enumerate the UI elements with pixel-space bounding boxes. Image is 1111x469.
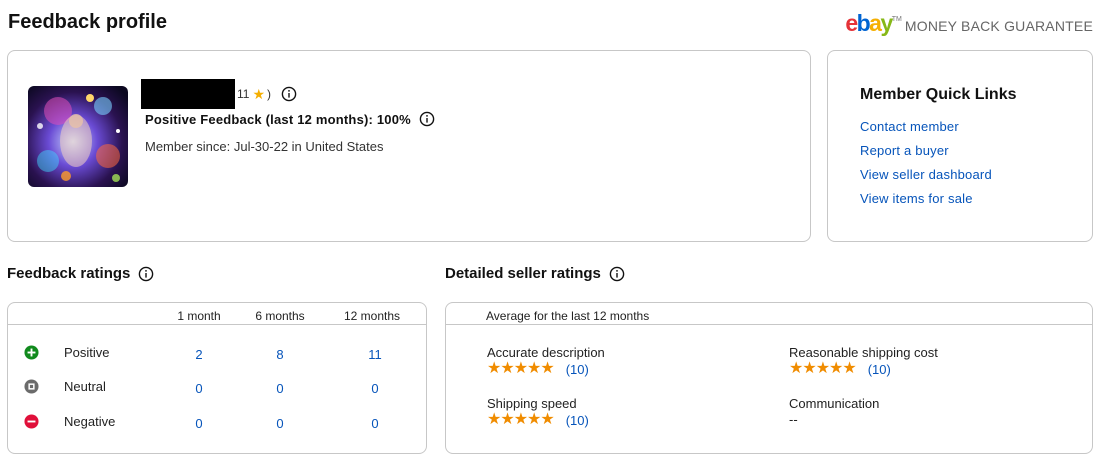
star-icon: ★ xyxy=(802,360,816,377)
score-close-paren: ) xyxy=(267,87,272,101)
neutral-6-months[interactable]: 0 xyxy=(240,381,320,396)
star-icon: ★ xyxy=(829,360,843,377)
neutral-square-icon xyxy=(24,379,39,394)
seller-ratings-title: Detailed seller ratings xyxy=(445,265,625,282)
seller-ratings-table: Average for the last 12 months Accurate … xyxy=(445,302,1093,454)
row-label-positive: Positive xyxy=(64,345,110,360)
star-rating: ★ ★ ★ ★ ★ xyxy=(487,360,555,377)
column-header-6-months: 6 months xyxy=(255,309,305,323)
feedback-score[interactable]: 11 xyxy=(237,87,249,101)
rating-shipping-speed: Shipping speed ★ ★ ★ ★ ★ (10) xyxy=(487,396,589,428)
row-label-neutral: Neutral xyxy=(64,379,106,394)
avatar xyxy=(28,86,128,187)
negative-1-month[interactable]: 0 xyxy=(159,416,239,431)
positive-1-month[interactable]: 2 xyxy=(159,347,239,362)
star-icon: ★ xyxy=(540,411,554,428)
rating-empty-value: -- xyxy=(789,412,798,427)
quick-links-title: Member Quick Links xyxy=(860,86,1017,103)
feedback-ratings-table: 1 month 6 months 12 months Positive 2 8 … xyxy=(7,302,427,454)
member-since: Member since: Jul-30-22 in United States xyxy=(145,139,384,154)
neutral-1-month[interactable]: 0 xyxy=(159,381,239,396)
seller-dashboard-link[interactable]: View seller dashboard xyxy=(860,167,992,191)
column-header-1-month: 1 month xyxy=(177,309,221,323)
star-icon: ★ xyxy=(487,411,501,428)
items-for-sale-link[interactable]: View items for sale xyxy=(860,191,992,215)
positive-6-months[interactable]: 8 xyxy=(240,347,320,362)
feedback-ratings-title: Feedback ratings xyxy=(7,265,154,282)
star-icon: ★ xyxy=(252,85,266,102)
star-icon: ★ xyxy=(527,411,541,428)
rating-count[interactable]: (10) xyxy=(566,362,589,377)
guarantee-text: MONEY BACK GUARANTEE xyxy=(904,18,1093,34)
star-icon: ★ xyxy=(487,360,501,377)
star-icon: ★ xyxy=(815,360,830,377)
rating-count[interactable]: (10) xyxy=(868,362,891,377)
column-header-12-months: 12 months xyxy=(343,309,401,323)
star-icon: ★ xyxy=(513,360,528,377)
star-icon: ★ xyxy=(500,360,514,377)
positive-feedback-text: Positive Feedback (last 12 months): 100% xyxy=(145,111,411,127)
page-title: Feedback profile xyxy=(8,11,167,33)
row-label-negative: Negative xyxy=(64,414,116,429)
negative-12-months[interactable]: 0 xyxy=(335,416,415,431)
star-rating: ★ ★ ★ ★ ★ xyxy=(789,360,857,377)
trademark-mark: TM xyxy=(891,16,902,23)
negative-6-months[interactable]: 0 xyxy=(240,416,320,431)
member-name-row: 11 ★ ) xyxy=(141,79,297,109)
info-icon[interactable] xyxy=(281,86,297,102)
info-icon[interactable] xyxy=(419,111,435,127)
positive-feedback-summary: Positive Feedback (last 12 months): 100% xyxy=(145,111,435,127)
contact-member-link[interactable]: Contact member xyxy=(860,119,992,143)
money-back-guarantee[interactable]: ebay TM MONEY BACK GUARANTEE xyxy=(845,12,1093,35)
positive-12-months[interactable]: 11 xyxy=(335,347,415,362)
rating-accurate-description: Accurate description ★ ★ ★ ★ ★ (10) xyxy=(487,345,605,377)
quick-links-list: Contact member Report a buyer View selle… xyxy=(860,119,992,215)
ebay-logo: ebay xyxy=(845,10,893,36)
table-divider xyxy=(446,324,1092,325)
star-icon: ★ xyxy=(789,360,803,377)
star-icon: ★ xyxy=(513,411,528,428)
profile-card: 11 ★ ) Positive Feedback (last 12 months… xyxy=(7,50,811,242)
star-icon: ★ xyxy=(527,360,541,377)
rating-communication: Communication -- xyxy=(789,396,880,427)
info-icon[interactable] xyxy=(138,266,154,282)
plus-circle-icon xyxy=(24,345,39,360)
report-buyer-link[interactable]: Report a buyer xyxy=(860,143,992,167)
quick-links-card: Member Quick Links Contact member Report… xyxy=(827,50,1093,242)
redacted-username xyxy=(141,79,235,109)
seller-ratings-subtitle: Average for the last 12 months xyxy=(486,309,650,323)
table-divider xyxy=(8,324,426,325)
star-icon: ★ xyxy=(540,360,554,377)
info-icon[interactable] xyxy=(609,266,625,282)
minus-circle-icon xyxy=(24,414,39,429)
star-icon: ★ xyxy=(500,411,514,428)
star-rating: ★ ★ ★ ★ ★ xyxy=(487,411,555,428)
star-icon: ★ xyxy=(842,360,856,377)
neutral-12-months[interactable]: 0 xyxy=(335,381,415,396)
rating-shipping-cost: Reasonable shipping cost ★ ★ ★ ★ ★ (10) xyxy=(789,345,938,377)
rating-count[interactable]: (10) xyxy=(566,413,589,428)
